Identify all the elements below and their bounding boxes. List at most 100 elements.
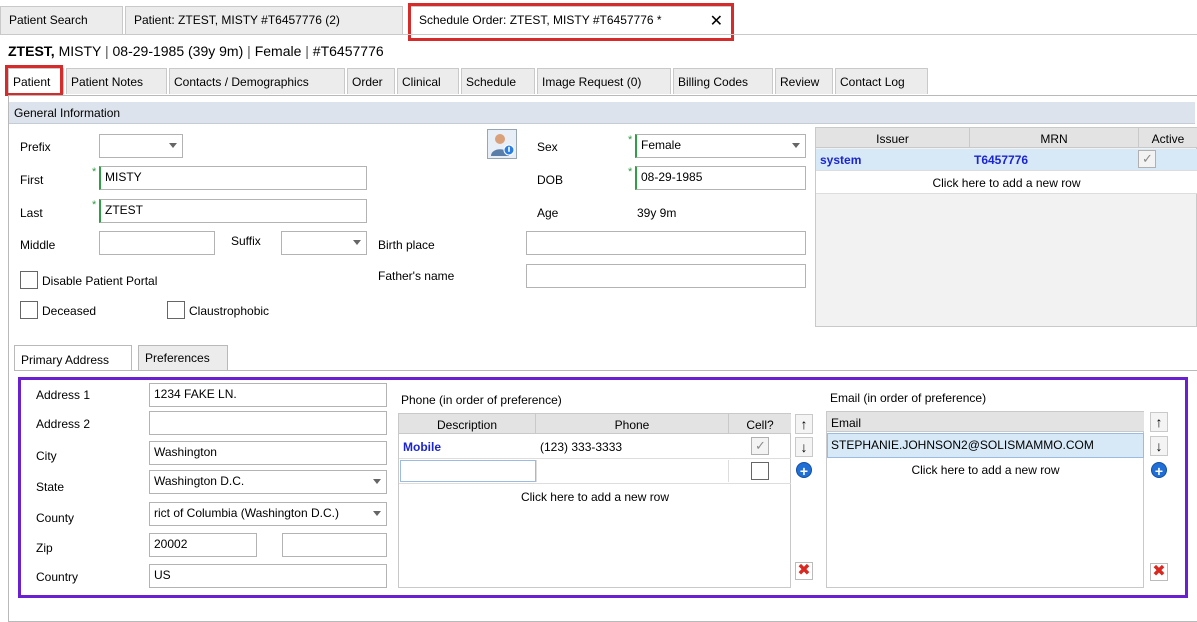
add-email-icon[interactable]: + (1151, 462, 1167, 479)
claustrophobic-checkbox[interactable] (167, 301, 185, 319)
tab-contact-log[interactable]: Contact Log (835, 68, 928, 94)
required-marker: * (92, 166, 97, 178)
header-separator: | (305, 43, 309, 59)
table-row[interactable]: system T6457776 (816, 149, 1197, 170)
chevron-down-icon (792, 143, 800, 148)
address1-label: Address 1 (36, 388, 91, 402)
patient-mrn: #T6457776 (312, 43, 384, 59)
city-value: Washington (154, 445, 217, 459)
first-name-field[interactable]: MISTY (99, 166, 367, 190)
last-name-field[interactable]: ZTEST (99, 199, 367, 223)
age-value: 39y 9m (637, 206, 677, 220)
dob-field[interactable]: 08-29-1985 (635, 166, 806, 190)
active-checkbox[interactable] (1138, 150, 1156, 168)
column-header-email[interactable]: Email (827, 412, 1144, 432)
phone-number-cell: (123) 333-3333 (540, 440, 623, 454)
prefix-select[interactable] (99, 134, 183, 158)
city-field[interactable]: Washington (149, 441, 387, 465)
tab-order[interactable]: Order (347, 68, 395, 94)
column-header-mrn[interactable]: MRN (970, 128, 1139, 148)
email-grid: Email STEPHANIE.JOHNSON2@SOLISMAMMO.COM … (826, 411, 1144, 588)
table-row[interactable]: STEPHANIE.JOHNSON2@SOLISMAMMO.COM (827, 433, 1144, 458)
patient-photo-icon[interactable] (487, 129, 517, 159)
cell-checkbox[interactable] (751, 462, 769, 480)
patient-dob: 08-29-1985 (39y 9m) (112, 43, 244, 59)
tab-billing-codes[interactable]: Billing Codes (673, 68, 773, 94)
column-header-phone[interactable]: Phone (536, 414, 729, 434)
move-down-icon[interactable]: ↓ (795, 437, 813, 457)
chevron-down-icon (169, 143, 177, 148)
zip-label: Zip (36, 541, 53, 555)
tab-patient[interactable]: Patient (8, 68, 64, 94)
tab-patient-search[interactable]: Patient Search (0, 6, 123, 34)
phone-number-input[interactable] (536, 460, 729, 482)
tab-patient-notes[interactable]: Patient Notes (66, 68, 167, 94)
delete-phone-icon[interactable]: ✖ (795, 562, 813, 580)
tab-patient-record[interactable]: Patient: ZTEST, MISTY #T6457776 (2) (125, 6, 403, 34)
suffix-select[interactable] (281, 231, 367, 255)
table-row[interactable]: Mobile (123) 333-3333 (399, 435, 791, 459)
chevron-down-icon (373, 479, 381, 484)
tab-preferences[interactable]: Preferences (138, 345, 228, 371)
email-cell: STEPHANIE.JOHNSON2@SOLISMAMMO.COM (831, 438, 1094, 452)
issuer-mrn-grid: Issuer MRN Active system T6457776 Click … (815, 127, 1197, 327)
tab-contacts-demographics[interactable]: Contacts / Demographics (169, 68, 345, 94)
email-section-title: Email (in order of preference) (830, 391, 987, 405)
phone-section-title: Phone (in order of preference) (401, 393, 562, 407)
tab-image-request[interactable]: Image Request (0) (537, 68, 671, 94)
tab-label: Contacts / Demographics (174, 75, 309, 89)
tab-schedule[interactable]: Schedule (461, 68, 535, 94)
required-marker: * (92, 199, 97, 211)
country-field[interactable]: US (149, 564, 387, 588)
column-header-active[interactable]: Active (1139, 128, 1197, 148)
tab-schedule-order[interactable]: Schedule Order: ZTEST, MISTY #T6457776 *… (410, 6, 732, 34)
tab-primary-address[interactable]: Primary Address (14, 345, 132, 371)
required-marker: * (628, 134, 633, 146)
tab-strip-divider (0, 34, 1197, 35)
header-separator: | (104, 43, 109, 59)
address1-field[interactable]: 1234 FAKE LN. (149, 383, 387, 407)
birth-place-field[interactable] (526, 231, 806, 255)
zip-extension-field[interactable] (282, 533, 387, 557)
column-header-issuer[interactable]: Issuer (816, 128, 970, 148)
disable-patient-portal-checkbox[interactable] (20, 271, 38, 289)
add-phone-row[interactable]: Click here to add a new row (399, 490, 791, 504)
address2-field[interactable] (149, 411, 387, 435)
column-header-description[interactable]: Description (399, 414, 536, 434)
tab-label: Patient Notes (71, 75, 144, 89)
state-value: Washington D.C. (154, 474, 245, 488)
tab-clinical[interactable]: Clinical (397, 68, 459, 94)
dob-label: DOB (537, 173, 564, 187)
add-phone-icon[interactable]: + (796, 462, 812, 479)
prefix-label: Prefix (20, 140, 51, 154)
close-tab-icon[interactable]: ✕ (710, 11, 723, 31)
zip-field[interactable]: 20002 (149, 533, 257, 557)
chevron-down-icon (353, 240, 361, 245)
move-down-icon[interactable]: ↓ (1150, 436, 1168, 456)
add-issuer-row[interactable]: Click here to add a new row (816, 170, 1197, 194)
middle-name-field[interactable] (99, 231, 215, 255)
phone-description-input[interactable] (400, 460, 536, 482)
deceased-label: Deceased (42, 304, 97, 318)
phone-new-row[interactable] (399, 459, 791, 484)
tab-label: Patient Search (9, 13, 88, 27)
birth-place-label: Birth place (378, 238, 435, 252)
county-label: County (36, 511, 75, 525)
cell-checkbox[interactable] (751, 437, 769, 455)
column-header-cell[interactable]: Cell? (729, 414, 791, 434)
add-email-row[interactable]: Click here to add a new row (827, 463, 1144, 477)
general-information-header: General Information (9, 102, 1195, 124)
deceased-checkbox[interactable] (20, 301, 38, 319)
move-up-icon[interactable]: ↑ (795, 414, 813, 434)
address2-label: Address 2 (36, 417, 91, 431)
delete-email-icon[interactable]: ✖ (1150, 563, 1168, 581)
city-label: City (36, 449, 57, 463)
tab-review[interactable]: Review (775, 68, 833, 94)
sex-select[interactable]: Female (635, 134, 806, 158)
fathers-name-field[interactable] (526, 264, 806, 288)
county-select[interactable]: rict of Columbia (Washington D.C.) (149, 502, 387, 526)
state-label: State (36, 480, 65, 494)
move-up-icon[interactable]: ↑ (1150, 412, 1168, 432)
state-select[interactable]: Washington D.C. (149, 470, 387, 494)
required-marker: * (628, 166, 633, 178)
